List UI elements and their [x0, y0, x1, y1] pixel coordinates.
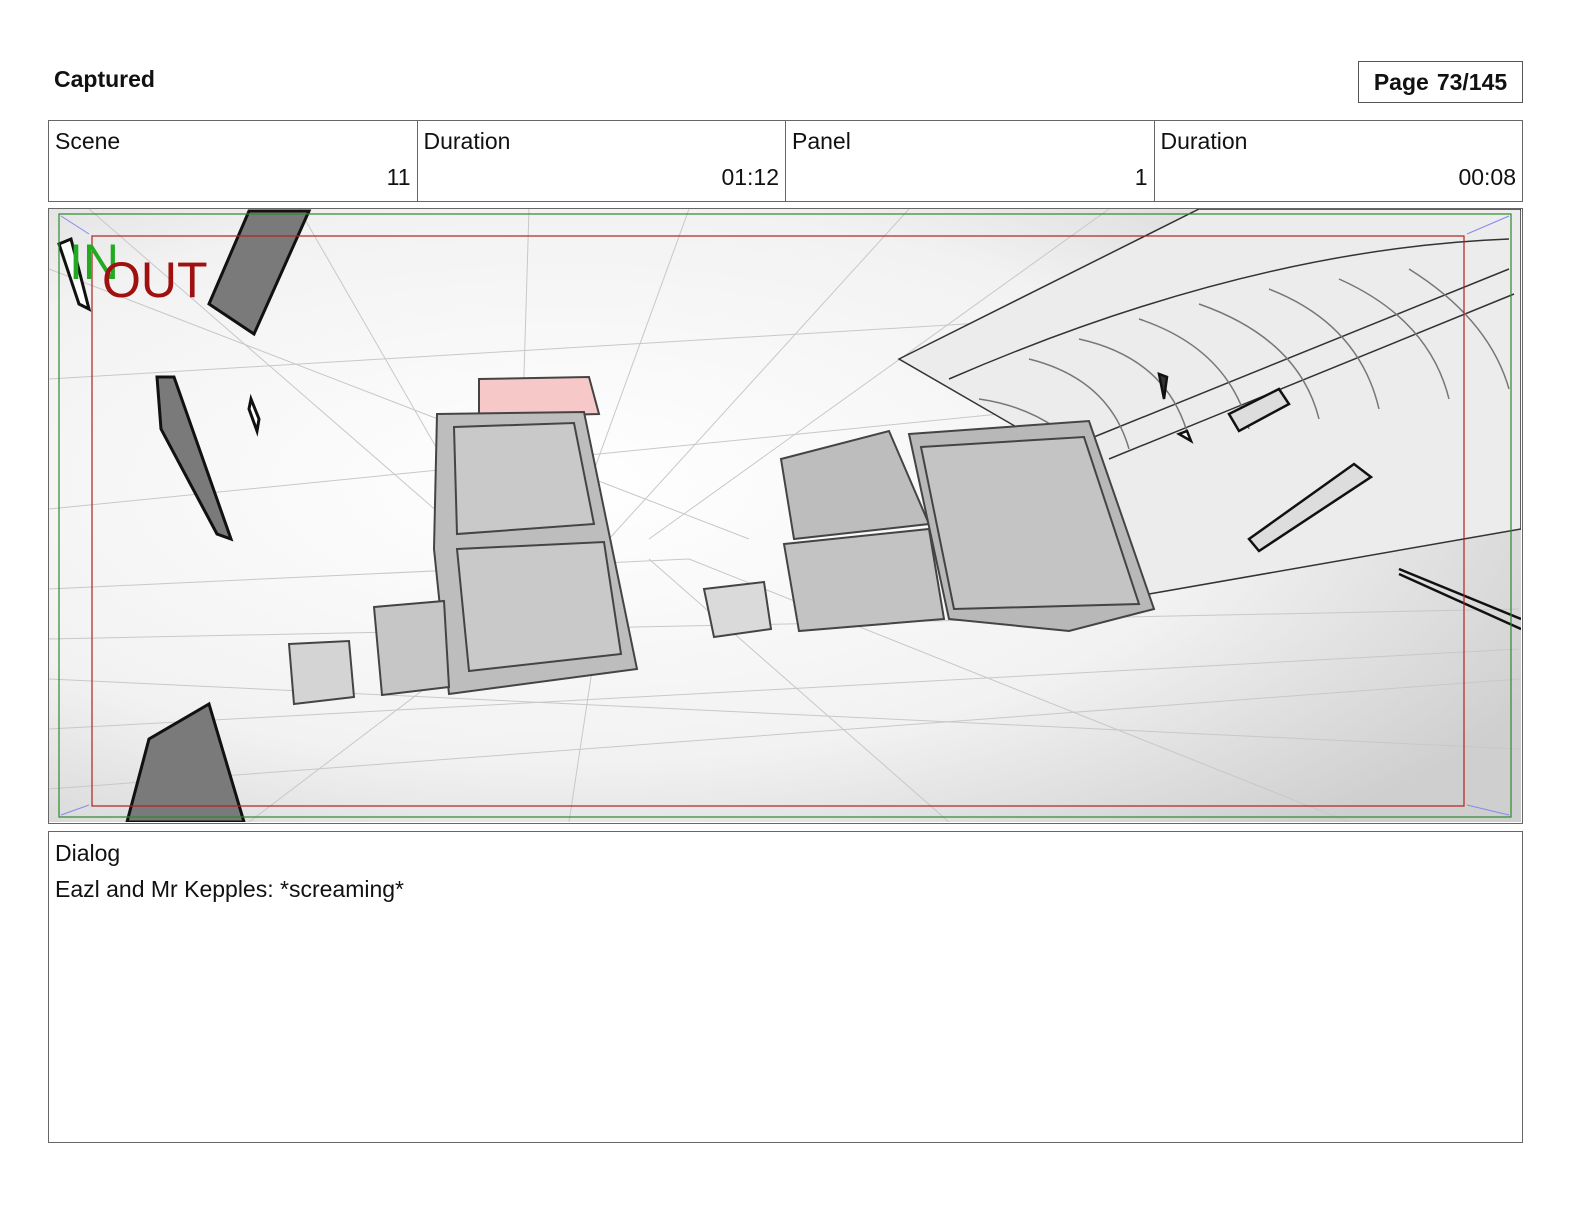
panel-label: Panel	[792, 128, 851, 154]
scene-cell: Scene 11	[49, 121, 418, 201]
scene-duration-value: 01:12	[721, 164, 779, 190]
panel-duration-value: 00:08	[1458, 164, 1516, 190]
panel-cell: Panel 1	[786, 121, 1155, 201]
scene-duration-label: Duration	[423, 128, 511, 154]
storyboard-panel: IN OUT	[48, 208, 1523, 824]
scene-label: Scene	[55, 128, 121, 154]
panel-duration-cell: Duration 00:08	[1155, 121, 1523, 201]
panel-duration-label: Duration	[1160, 128, 1248, 154]
scene-duration-cell: Duration 01:12	[418, 121, 786, 201]
page-label: Page	[1373, 68, 1429, 95]
document-title: Captured	[54, 66, 155, 92]
panel-value: 1	[1134, 164, 1148, 190]
dialog-label: Dialog	[55, 840, 121, 866]
out-marker: OUT	[102, 252, 208, 308]
page-indicator: Page 73/145	[1358, 61, 1523, 103]
panel-sketch: IN OUT	[49, 209, 1521, 822]
dialog-section: Dialog Eazl and Mr Kepples: *screaming*	[48, 831, 1523, 1143]
scene-value: 11	[386, 164, 411, 190]
panel-info-table: Scene 11 Duration 01:12 Panel 1 Duration…	[48, 120, 1523, 202]
page-number: 73/145	[1436, 68, 1508, 95]
dialog-text: Eazl and Mr Kepples: *screaming*	[55, 876, 404, 902]
